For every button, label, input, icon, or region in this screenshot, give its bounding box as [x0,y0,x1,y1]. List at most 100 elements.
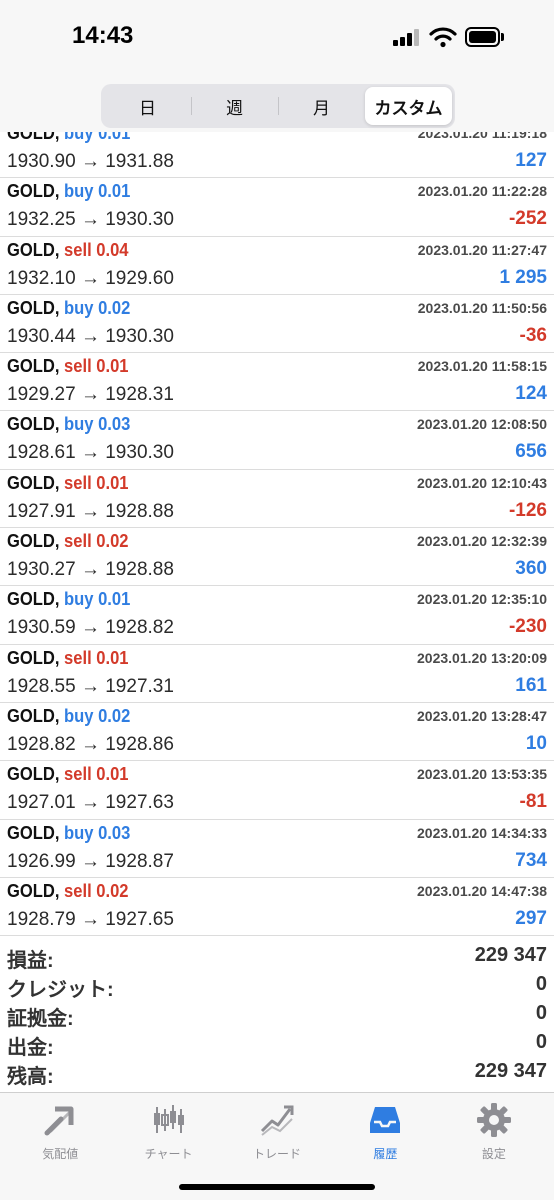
trade-time: 2023.01.20 11:22:28 [417,183,547,200]
tab-label: 履歴 [373,1147,398,1161]
symbol-name: GOLD, [7,297,60,318]
tab-label: トレード [253,1147,302,1161]
gear-icon [475,1101,513,1139]
trade-row[interactable]: GOLD, sell 0.01 2023.01.20 11:58:15 1929.2… [0,353,554,412]
trade-time: 2023.01.20 12:08:50 [417,416,547,433]
trade-prices: 1927.91 → 1928.88 [7,500,174,522]
symbol-name: GOLD, [7,181,60,202]
trade-prices: 1928.79 → 1927.65 [7,908,174,930]
summary-row: 証拠金: 0 [0,1000,554,1030]
trade-symbol: GOLD, sell 0.02 [7,531,129,552]
trade-row[interactable]: GOLD, sell 0.01 2023.01.20 13:20:09 1928.5… [0,645,554,703]
trade-time: 2023.01.20 11:27:47 [417,241,547,258]
arrows-quotes-icon [41,1101,79,1139]
summary-value: 0 [535,1031,547,1053]
trade-history-list[interactable]: GOLD, buy 0.01 2023.01.20 11:19:18 1930.90… [0,120,554,938]
trade-prices: 1929.27 → 1928.31 [7,384,174,406]
symbol-name: GOLD, [7,356,60,377]
summary-label: 証拠金: [7,1008,74,1030]
summary-value: 229 347 [474,944,547,966]
summary-label: 残高: [7,1066,54,1088]
period-tab[interactable]: カスタム [365,87,452,125]
trade-profit: 124 [515,383,547,405]
trade-symbol: GOLD, sell 0.01 [7,473,129,494]
trade-row[interactable]: GOLD, buy 0.01 2023.01.20 12:35:10 1930.59… [0,586,554,645]
trade-profit: -230 [508,616,547,638]
symbol-name: GOLD, [7,414,60,435]
symbol-name: GOLD, [7,764,60,785]
symbol-name: GOLD, [7,589,60,610]
trade-row[interactable]: GOLD, sell 0.01 2023.01.20 13:53:35 1927.0… [0,761,554,820]
trade-prices: 1928.82 → 1928.86 [7,733,174,755]
trade-prices: 1930.27 → 1928.88 [7,559,174,581]
trade-time: 2023.01.20 13:28:47 [417,707,547,724]
symbol-name: GOLD, [7,531,60,552]
trade-side-volume: buy 0.01 [64,181,131,202]
symbol-name: GOLD, [7,647,60,668]
trade-row[interactable]: GOLD, sell 0.04 2023.01.20 11:27:47 1932.1… [0,237,554,295]
trade-profit: 10 [525,732,547,754]
trade-side-volume: sell 0.02 [64,531,129,552]
period-tab[interactable]: 週 [191,87,278,125]
period-segmented-control[interactable]: 日週月カスタム [101,84,455,128]
period-tab[interactable]: 日 [104,87,191,125]
summary-label: クレジット: [7,979,114,1001]
account-summary: 損益: 229 347 クレジット: 0 証拠金: 0 出金: 0 残高: 229 347 [0,942,554,1090]
tab-4[interactable]: 設定 [440,1093,548,1200]
tab-label: 気配値 [42,1147,79,1161]
trade-prices: 1927.01 → 1927.63 [7,792,174,814]
trade-profit: -252 [508,208,547,230]
trade-profit: 297 [515,907,547,929]
trade-prices: 1928.55 → 1927.31 [7,675,174,697]
trade-profit: -126 [508,499,547,521]
trade-row[interactable]: GOLD, sell 0.01 2023.01.20 12:10:43 1927.9… [0,470,554,529]
summary-value: 0 [535,973,547,995]
period-tab[interactable]: 月 [278,87,365,125]
tab-label: 設定 [481,1147,506,1161]
trade-row[interactable]: GOLD, buy 0.02 2023.01.20 11:50:56 1930.44… [0,295,554,354]
trade-time: 2023.01.20 13:20:09 [417,649,547,666]
trade-symbol: GOLD, sell 0.01 [7,764,129,785]
summary-row: 残高: 229 347 [0,1058,554,1088]
trade-symbol: GOLD, buy 0.02 [7,298,130,319]
trade-profit: 360 [515,558,547,580]
symbol-name: GOLD, [7,822,60,843]
cellular-signal-icon [393,28,421,46]
trade-side-volume: sell 0.02 [64,880,129,901]
status-bar: 14:43 [0,0,554,76]
summary-row: クレジット: 0 [0,971,554,1001]
trade-time: 2023.01.20 14:34:33 [417,824,547,841]
trade-prices: 1930.59 → 1928.82 [7,617,174,639]
trade-side-volume: buy 0.03 [64,822,131,843]
trade-symbol: GOLD, sell 0.04 [7,240,129,261]
trade-row[interactable]: GOLD, buy 0.02 2023.01.20 13:28:47 1928.82… [0,703,554,762]
trade-symbol: GOLD, buy 0.02 [7,706,130,727]
trade-side-volume: sell 0.01 [64,647,129,668]
home-indicator [179,1184,375,1190]
trade-prices: 1932.25 → 1930.30 [7,209,174,231]
trade-row[interactable]: GOLD, buy 0.01 2023.01.20 11:22:28 1932.25… [0,178,554,237]
trade-side-volume: sell 0.01 [64,764,129,785]
battery-icon [465,27,505,47]
trade-chart-icon [258,1101,296,1139]
trade-time: 2023.01.20 14:47:38 [417,882,547,899]
trade-prices: 1926.99 → 1928.87 [7,850,174,872]
trade-side-volume: buy 0.02 [64,297,131,318]
summary-value: 0 [535,1002,547,1024]
tab-label: チャート [144,1147,193,1161]
tab-0[interactable]: 気配値 [6,1093,114,1200]
symbol-name: GOLD, [7,705,60,726]
symbol-name: GOLD, [7,472,60,493]
trade-profit: 161 [515,674,547,696]
trade-profit: 656 [515,441,547,463]
trade-row[interactable]: GOLD, sell 0.02 2023.01.20 12:32:39 1930.2… [0,528,554,587]
trade-side-volume: buy 0.02 [64,705,131,726]
trade-row[interactable]: GOLD, sell 0.02 2023.01.20 14:47:38 1928.7… [0,878,554,937]
trade-side-volume: sell 0.04 [64,239,129,260]
trade-side-volume: buy 0.01 [64,589,131,610]
trade-row[interactable]: GOLD, buy 0.03 2023.01.20 12:08:50 1928.61… [0,411,554,470]
wifi-icon [429,27,457,48]
trade-symbol: GOLD, sell 0.01 [7,648,129,669]
trade-symbol: GOLD, buy 0.01 [7,181,130,202]
trade-row[interactable]: GOLD, buy 0.03 2023.01.20 14:34:33 1926.99… [0,820,554,878]
